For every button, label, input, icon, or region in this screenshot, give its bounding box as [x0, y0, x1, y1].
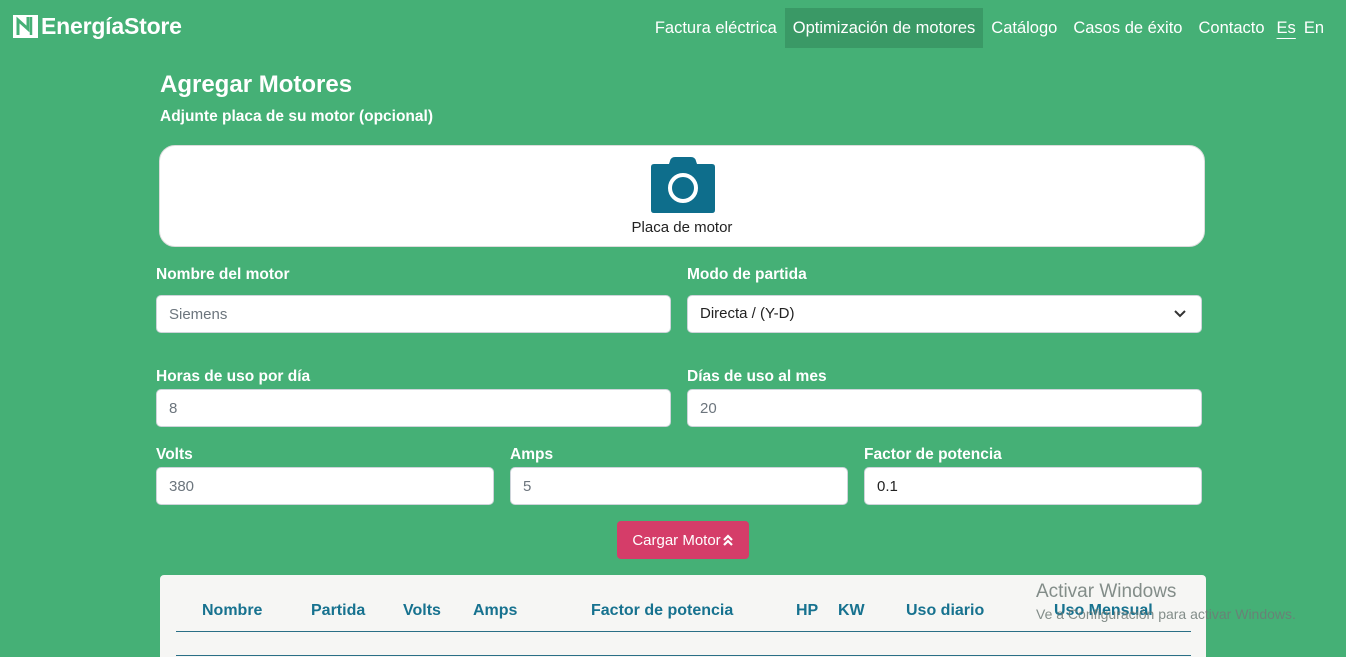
column-nombre: Nombre [202, 602, 263, 619]
volts-label: Volts [156, 446, 193, 463]
nav-item-optimizacion[interactable]: Optimización de motores [784, 8, 984, 48]
language-en[interactable]: En [1300, 8, 1332, 48]
start-mode-select[interactable]: Directa / (Y-D) [687, 295, 1202, 333]
brand[interactable]: EnergíaStore [12, 13, 182, 40]
top-navbar: EnergíaStore Factura eléctrica Optimizac… [0, 0, 1346, 56]
camera-icon [651, 157, 715, 213]
column-hp: HP [796, 602, 819, 619]
power-factor-label: Factor de potencia [864, 446, 1002, 463]
table-divider [176, 655, 1191, 656]
upload-label: Placa de motor [631, 219, 733, 236]
motor-name-label: Nombre del motor [156, 266, 290, 283]
activation-watermark-title: Activar Windows [1036, 581, 1177, 602]
brand-name: EnergíaStore [41, 13, 182, 39]
motor-plate-upload[interactable]: Placa de motor [159, 145, 1205, 247]
amps-label: Amps [510, 446, 554, 463]
column-amps: Amps [473, 602, 518, 619]
load-motor-button[interactable]: Cargar Motor [617, 521, 749, 559]
amps-input[interactable] [510, 467, 848, 505]
nav-item-contacto[interactable]: Contacto [1191, 8, 1273, 48]
hours-per-day-label: Horas de uso por día [156, 368, 311, 385]
page-title: Agregar Motores [160, 71, 353, 98]
nav-item-casos[interactable]: Casos de éxito [1065, 8, 1190, 48]
load-motor-label: Cargar Motor [632, 531, 721, 549]
chevron-down-icon [1174, 310, 1186, 318]
main-nav: Factura eléctrica Optimización de motore… [647, 8, 1332, 48]
nav-item-catalogo[interactable]: Catálogo [983, 8, 1065, 48]
column-uso-diario: Uso diario [906, 602, 985, 619]
column-volts: Volts [403, 602, 441, 619]
n-logo-icon [13, 15, 38, 38]
days-per-month-input[interactable] [687, 389, 1202, 427]
nav-item-factura[interactable]: Factura eléctrica [647, 8, 785, 48]
page-subtitle: Adjunte placa de su motor (opcional) [160, 108, 433, 125]
days-per-month-label: Días de uso al mes [687, 368, 827, 385]
column-factor-potencia: Factor de potencia [591, 602, 734, 619]
language-es[interactable]: Es [1273, 8, 1300, 48]
motor-name-input[interactable] [156, 295, 671, 333]
volts-input[interactable] [156, 467, 494, 505]
start-mode-label: Modo de partida [687, 266, 807, 283]
start-mode-value: Directa / (Y-D) [700, 305, 795, 322]
double-chevron-up-icon [722, 533, 733, 546]
activation-watermark-subtitle: Ve a Configuración para activar Windows. [1036, 606, 1296, 622]
power-factor-input[interactable] [864, 467, 1202, 505]
column-partida: Partida [311, 602, 366, 619]
hours-per-day-input[interactable] [156, 389, 671, 427]
column-kw: KW [838, 602, 865, 619]
